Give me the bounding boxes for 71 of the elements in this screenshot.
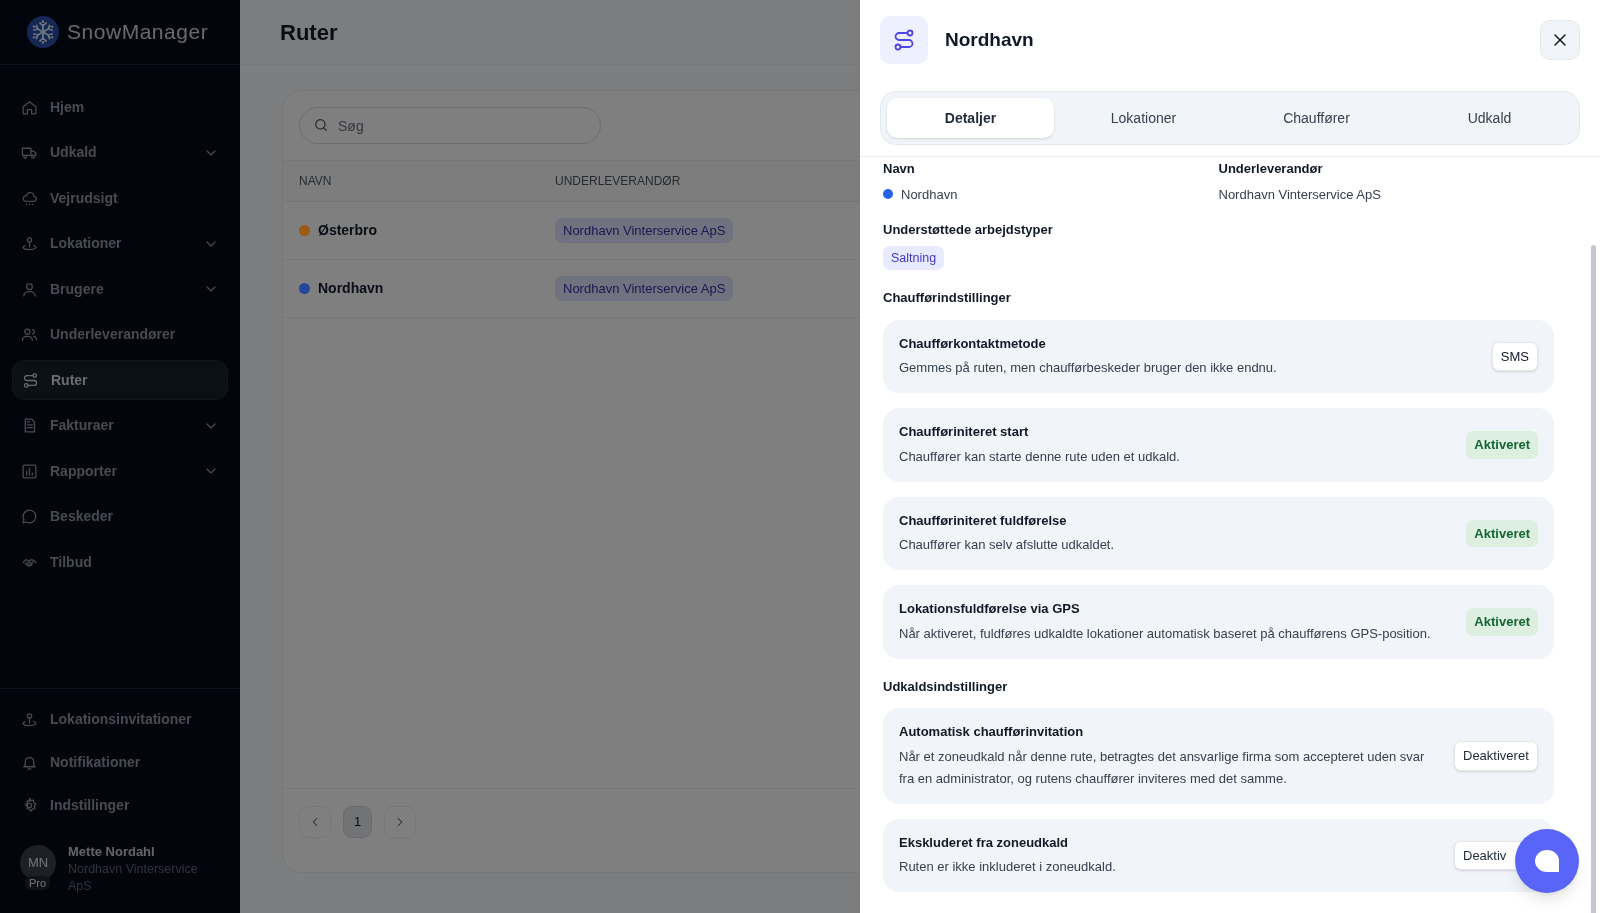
setting-value-badge: Aktiveret [1466, 431, 1538, 459]
tab[interactable]: Udkald [1406, 98, 1573, 138]
page-button[interactable]: 1 [343, 805, 372, 838]
nav-item[interactable]: Brugere [12, 269, 228, 309]
setting-value-badge: Aktiveret [1466, 608, 1538, 636]
search-icon [313, 117, 329, 133]
panel-title: Nordhavn [945, 27, 1035, 52]
chat-bubble-icon [21, 508, 38, 525]
setting-value-badge: SMS [1491, 341, 1538, 372]
setting-description: Når et zoneudkald når denne rute, betragtes det ansvarlige firma som accepteret uden svar fra en administrator, og rutens chauffører inviteres med det samme. [899, 747, 1426, 788]
subcontractor-tag: Nordhavn Vinterservice ApS [555, 275, 734, 302]
field-value: Nordhavn Vinterservice ApS [1218, 185, 1381, 204]
tab[interactable]: Chauffører [1233, 98, 1400, 138]
tab[interactable]: Lokationer [1060, 98, 1227, 138]
close-button[interactable] [1540, 20, 1580, 60]
map-pin-icon [21, 711, 38, 728]
chart-icon [21, 462, 38, 480]
nav-item[interactable]: Vejrudsigt [12, 178, 228, 218]
subcontractor-tag: Nordhavn Vinterservice ApS [555, 217, 734, 244]
brand-name: SnowManager [67, 19, 209, 46]
route-icon [892, 28, 916, 52]
nav-item[interactable]: Udkald [12, 132, 228, 173]
nav-item[interactable]: Beskeder [12, 496, 228, 537]
user-icon [21, 280, 38, 298]
nav-item[interactable]: Hjem [12, 87, 228, 127]
setting-value-badge: Aktiveret [1466, 519, 1538, 548]
search-field[interactable]: Søg [299, 107, 601, 144]
cloud-icon [21, 189, 38, 207]
nav-item[interactable]: Tilbud [12, 542, 228, 582]
setting-description: Chauffører kan starte denne rute uden et udkald. [899, 447, 1181, 466]
column-header: UNDERLEVERANDØR [555, 173, 681, 190]
nav-item[interactable]: Rapporter [12, 451, 228, 491]
field-label: Navn [883, 160, 916, 178]
field-label: Understøttede arbejdstyper [883, 221, 1054, 239]
nav-item[interactable]: Notifikationer [12, 743, 228, 782]
map-pin-icon [21, 235, 38, 252]
snowflake-logo-icon [27, 16, 59, 48]
setting-description: Gemmes på ruten, men chaufførbeskeder bruger den ikke endnu. [899, 359, 1278, 378]
route-name: Østerbro [318, 221, 378, 240]
chat-icon [1534, 849, 1560, 873]
setting-title: Chaufføriniteret start [899, 423, 1030, 442]
nav-item[interactable]: Ruter [12, 360, 228, 400]
nav-item[interactable]: Lokationsinvitationer [12, 700, 228, 739]
column-header: NAVN [299, 173, 333, 190]
users-icon [21, 326, 38, 343]
user-name: Mette Nordahl [68, 842, 156, 861]
page-title: Ruter [280, 18, 338, 47]
home-icon [21, 98, 38, 116]
setting-description: Når aktiveret, fuldføres udkaldte lokationer automatisk baseret på chaufførens GPS-position. [899, 624, 1432, 643]
setting-title: Chaufføriniteret fuldførelse [899, 511, 1068, 530]
setting-value-badge: Deaktiveret [1454, 741, 1538, 771]
setting-description: Ruten er ikke inkluderet i zoneudkald. [899, 858, 1117, 877]
section-heading: Udkaldsindstillinger [883, 677, 1009, 696]
nav-item[interactable]: Fakturaer [12, 405, 228, 446]
section-heading: Chaufførindstillinger [883, 289, 1012, 308]
route-name: Nordhavn [318, 279, 384, 298]
route-icon [22, 371, 39, 389]
avatar-initials: MN [27, 853, 49, 872]
tab[interactable]: Detaljer [887, 98, 1054, 138]
setting-description: Chauffører kan selv afslutte udkaldet. [899, 536, 1116, 555]
bell-icon [21, 754, 38, 771]
setting-title: Automatisk chaufførinvitation [899, 723, 1085, 742]
nav-item[interactable]: Indstillinger [12, 786, 228, 825]
field-label: Underleverandør [1218, 160, 1324, 178]
nav-item[interactable]: Lokationer [12, 223, 228, 264]
setting-title: Chaufførkontaktmetode [899, 334, 1047, 353]
nav-item[interactable]: Underleverandører [12, 314, 228, 355]
setting-title: Ekskluderet fra zoneudkald [899, 833, 1070, 852]
work-type-tag: Saltning [883, 245, 945, 271]
setting-title: Lokationsfuldførelse via GPS [899, 600, 1081, 619]
field-value: Nordhavn [901, 185, 958, 204]
